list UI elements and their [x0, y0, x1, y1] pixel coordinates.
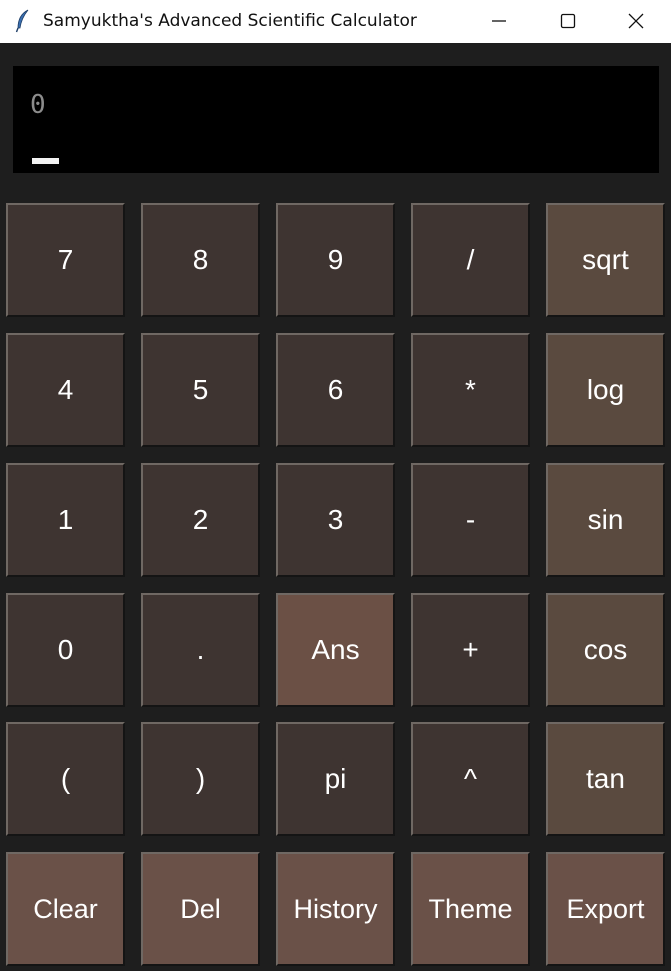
text-cursor [32, 158, 59, 164]
minimize-button[interactable] [464, 0, 534, 43]
window-title: Samyuktha's Advanced Scientific Calculat… [43, 11, 417, 31]
close-icon [628, 13, 644, 29]
key-7[interactable]: 7 [6, 203, 125, 317]
key-multiply[interactable]: * [411, 333, 530, 447]
key-close-paren[interactable]: ) [141, 722, 260, 836]
key-sin[interactable]: sin [546, 463, 665, 577]
key-ans[interactable]: Ans [276, 593, 395, 707]
key-5[interactable]: 5 [141, 333, 260, 447]
key-tan[interactable]: tan [546, 722, 665, 836]
title-bar: Samyuktha's Advanced Scientific Calculat… [0, 0, 671, 43]
key-2[interactable]: 2 [141, 463, 260, 577]
key-open-paren[interactable]: ( [6, 722, 125, 836]
theme-button[interactable]: Theme [411, 852, 530, 966]
key-sqrt[interactable]: sqrt [546, 203, 665, 317]
key-cos[interactable]: cos [546, 593, 665, 707]
maximize-icon [560, 13, 576, 29]
feather-icon [15, 9, 31, 33]
key-subtract[interactable]: - [411, 463, 530, 577]
calculator-display[interactable]: 0 [13, 66, 659, 173]
display-value: 0 [30, 90, 46, 120]
key-3[interactable]: 3 [276, 463, 395, 577]
key-decimal[interactable]: . [141, 593, 260, 707]
clear-button[interactable]: Clear [6, 852, 125, 966]
minimize-icon [492, 20, 506, 22]
key-9[interactable]: 9 [276, 203, 395, 317]
key-divide[interactable]: / [411, 203, 530, 317]
key-power[interactable]: ^ [411, 722, 530, 836]
maximize-button[interactable] [533, 0, 603, 43]
key-add[interactable]: + [411, 593, 530, 707]
export-button[interactable]: Export [546, 852, 665, 966]
delete-button[interactable]: Del [141, 852, 260, 966]
close-button[interactable] [601, 0, 671, 43]
key-8[interactable]: 8 [141, 203, 260, 317]
key-0[interactable]: 0 [6, 593, 125, 707]
key-4[interactable]: 4 [6, 333, 125, 447]
history-button[interactable]: History [276, 852, 395, 966]
key-pi[interactable]: pi [276, 722, 395, 836]
key-1[interactable]: 1 [6, 463, 125, 577]
key-6[interactable]: 6 [276, 333, 395, 447]
key-log[interactable]: log [546, 333, 665, 447]
